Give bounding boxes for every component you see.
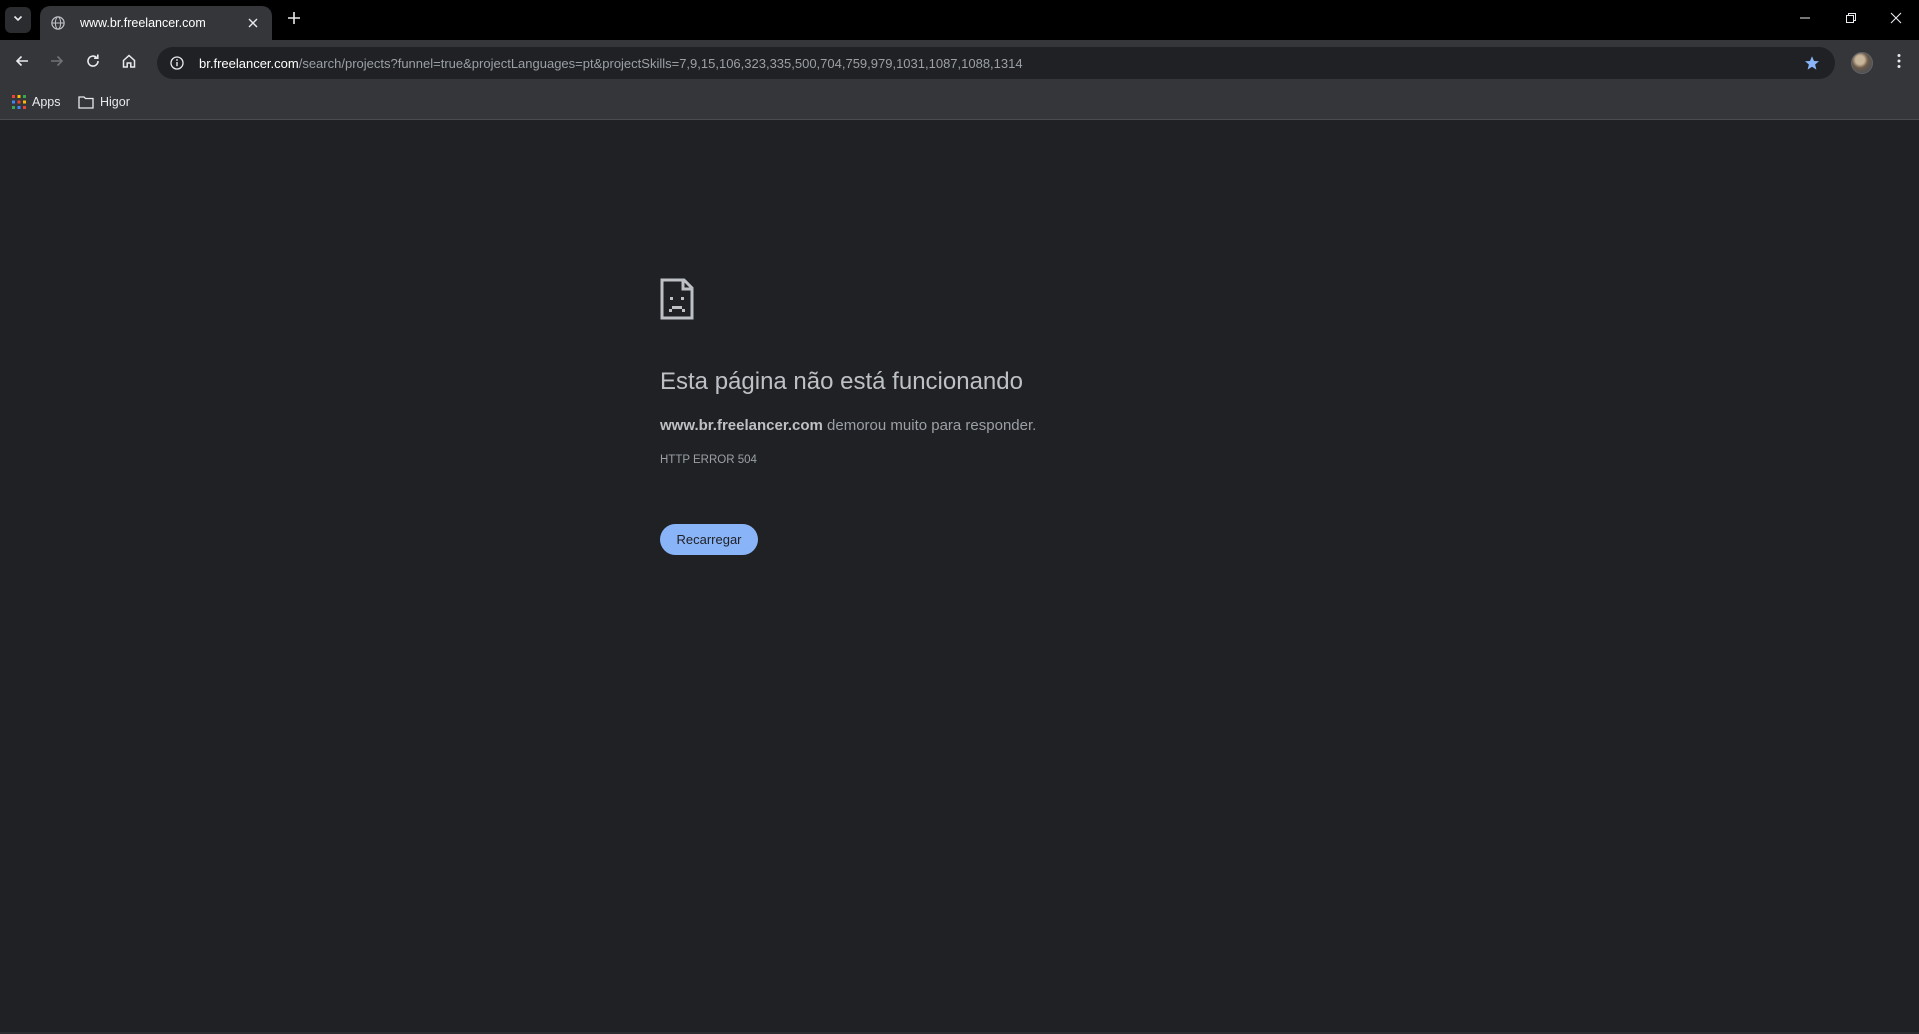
tab-title: www.br.freelancer.com [80,16,206,30]
error-description: www.br.freelancer.com demorou muito para… [660,417,1036,434]
browser-menu-button[interactable] [1888,52,1910,74]
close-icon [1890,11,1902,29]
bookmarks-bar: Apps Higor [0,85,1919,120]
error-code: HTTP ERROR 504 [660,454,757,466]
reload-toolbar-button[interactable] [80,50,106,76]
minimize-icon [1799,11,1811,29]
arrow-left-icon [14,53,30,74]
folder-icon [78,95,94,109]
url-host: br.freelancer.com [199,55,299,71]
back-button[interactable] [9,50,35,76]
new-tab-button[interactable] [283,9,305,31]
globe-icon [50,15,66,31]
bookmark-folder-higor[interactable]: Higor [78,91,130,113]
browser-toolbar: br.freelancer.com/search/projects?funnel… [0,40,1919,85]
apps-grid-icon [12,95,26,109]
plus-icon [287,11,301,30]
close-window-button[interactable] [1873,0,1919,40]
forward-button[interactable] [44,50,70,76]
reload-icon [85,53,101,74]
bookmark-label: Apps [32,95,61,109]
bookmark-label: Higor [100,95,130,109]
sad-page-icon [660,278,694,320]
kebab-menu-icon [1897,53,1901,74]
bookmark-apps[interactable]: Apps [12,91,61,113]
minimize-button[interactable] [1782,0,1828,40]
tab-strip: www.br.freelancer.com [0,0,1919,40]
error-heading: Esta página não está funcionando [660,368,1023,395]
tab-close-icon[interactable] [244,14,262,32]
home-button[interactable] [116,50,142,76]
site-info-icon[interactable] [165,51,189,75]
error-host: www.br.freelancer.com [660,417,823,434]
home-icon [121,53,137,74]
page-content: Esta página não está funcionando www.br.… [0,121,1919,1034]
tab-search-button[interactable] [5,7,31,33]
bookmark-star-icon[interactable] [1801,52,1823,74]
error-description-text: demorou muito para responder. [822,417,1037,434]
reload-button[interactable]: Recarregar [660,524,758,555]
restore-button[interactable] [1828,0,1874,40]
profile-avatar[interactable] [1851,52,1873,74]
arrow-right-icon [49,53,65,74]
url-path: /search/projects?funnel=true&projectLang… [298,55,1023,71]
active-tab[interactable]: www.br.freelancer.com [40,6,272,40]
url-text[interactable]: br.freelancer.com/search/projects?funnel… [199,56,1023,71]
restore-icon [1845,11,1857,29]
chevron-down-icon [12,11,24,29]
address-bar[interactable]: br.freelancer.com/search/projects?funnel… [157,47,1835,79]
